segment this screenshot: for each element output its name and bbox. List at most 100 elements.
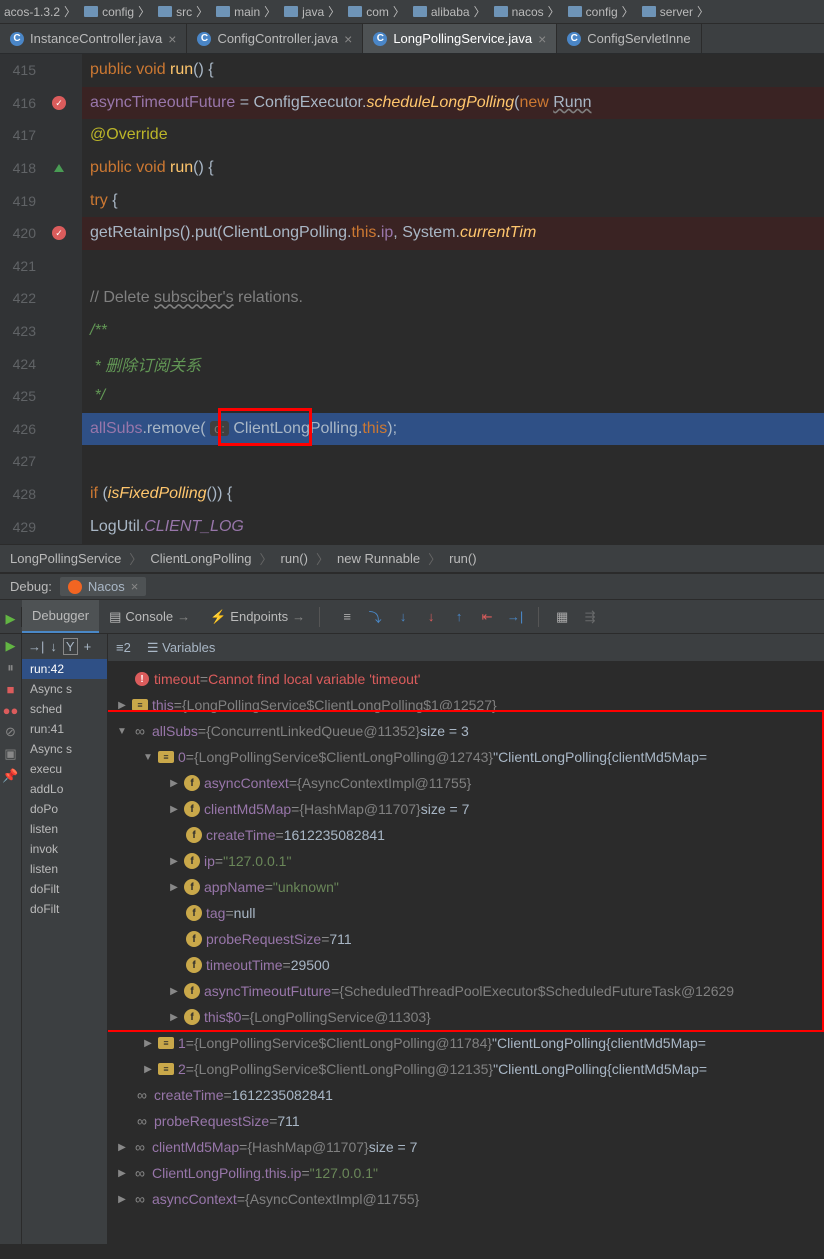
folder-icon [84, 6, 98, 17]
expand-icon[interactable]: ▶ [168, 856, 180, 867]
crumb[interactable]: nacos 〉 [490, 3, 564, 20]
collapse-icon[interactable]: ▼ [116, 726, 128, 737]
force-step-into-icon[interactable]: ↓ [422, 608, 440, 626]
close-icon[interactable]: × [538, 31, 546, 47]
expand-icon[interactable]: ▶ [116, 700, 128, 711]
crumb[interactable]: config 〉 [564, 3, 638, 20]
field-icon: f [184, 853, 200, 869]
crumb[interactable]: new Runnable [337, 551, 420, 566]
expand-icon[interactable]: ▶ [168, 986, 180, 997]
variables-panel: ≡2 ☰ Variables !timeout = Cannot find lo… [108, 634, 824, 1244]
show-execution-point-icon[interactable]: ≡ [338, 608, 356, 626]
expand-icon[interactable]: ▶ [116, 1142, 128, 1153]
run-to-cursor-icon[interactable]: →| [506, 608, 524, 626]
field-icon: f [184, 1009, 200, 1025]
code-area[interactable]: public void run() { asyncTimeoutFuture =… [82, 54, 824, 544]
expand-icon[interactable]: ▶ [168, 804, 180, 815]
tab-console[interactable]: ▤Console→ [99, 600, 200, 633]
resume-icon[interactable]: ▶ [6, 638, 16, 654]
debug-toolbar: ▶ Debugger ▤Console→ ⚡Endpoints→ ≡ ⤵ ↓ ↓… [0, 600, 824, 634]
line-number: 417 [0, 127, 40, 143]
pause-icon[interactable]: ⏸ [7, 660, 14, 676]
folder-icon [642, 6, 656, 17]
code-editor[interactable]: 415 416 417 418 419 420 421 422 423 424 … [0, 54, 824, 544]
tab-endpoints[interactable]: ⚡Endpoints→ [200, 600, 315, 633]
override-up-icon[interactable] [54, 164, 64, 172]
frame-item[interactable]: Async s [22, 679, 107, 699]
tab-instance-controller[interactable]: CInstanceController.java× [0, 24, 187, 53]
object-icon: ≡ [158, 1063, 174, 1075]
expand-icon[interactable]: ▶ [168, 1012, 180, 1023]
mute-bp-icon[interactable]: ⊘ [5, 724, 16, 740]
breakpoint-icon[interactable] [52, 226, 66, 240]
line-number: 418 [0, 160, 40, 176]
breadcrumb-bar: acos-1.3.2 〉 config 〉 src 〉 main 〉 java … [0, 0, 824, 24]
close-icon[interactable]: × [131, 579, 139, 594]
debug-config-tab[interactable]: Nacos × [60, 577, 146, 596]
add-icon[interactable]: + [84, 639, 92, 654]
crumb[interactable]: run() [281, 551, 308, 566]
crumb[interactable]: src 〉 [154, 3, 212, 20]
tab-config-servlet[interactable]: CConfigServletInne [557, 24, 701, 53]
collapse-icon[interactable]: ▼ [142, 752, 154, 763]
crumb[interactable]: config 〉 [80, 3, 154, 20]
frame-item[interactable]: addLo [22, 779, 107, 799]
trace-icon[interactable]: ⇶ [581, 608, 599, 626]
frame-item[interactable]: doFilt [22, 879, 107, 899]
close-icon[interactable]: × [168, 31, 176, 47]
frame-item[interactable]: doPo [22, 799, 107, 819]
frame-item[interactable]: listen [22, 859, 107, 879]
expand-icon[interactable]: ▶ [168, 778, 180, 789]
frame-item[interactable]: listen [22, 819, 107, 839]
expand-icon[interactable]: ▶ [142, 1038, 154, 1049]
close-icon[interactable]: × [344, 31, 352, 47]
tab-long-polling-service[interactable]: CLongPollingService.java× [363, 24, 557, 53]
crumb[interactable]: java 〉 [280, 3, 344, 20]
crumb[interactable]: server 〉 [638, 3, 713, 20]
frames-tab-icon[interactable]: ≡2 [116, 640, 131, 655]
layout-icon[interactable]: ▣ [4, 746, 16, 762]
stop-icon[interactable]: ■ [7, 682, 15, 697]
structure-breadcrumb: LongPollingService〉 ClientLongPolling〉 r… [0, 544, 824, 572]
frame-item[interactable]: run:42 [22, 659, 107, 679]
expand-icon[interactable]: ▶ [142, 1064, 154, 1075]
watch-icon [132, 723, 148, 739]
gutter[interactable]: 415 416 417 418 419 420 421 422 423 424 … [0, 54, 82, 544]
crumb[interactable]: acos-1.3.2 〉 [0, 3, 80, 20]
crumb[interactable]: LongPollingService [10, 551, 121, 566]
crumb[interactable]: alibaba 〉 [409, 3, 490, 20]
threads-icon[interactable]: →| [28, 639, 44, 654]
drop-frame-icon[interactable]: ⇤ [478, 608, 496, 626]
step-into-icon[interactable]: ↓ [394, 608, 412, 626]
field-icon: f [184, 775, 200, 791]
evaluate-icon[interactable]: ▦ [553, 608, 571, 626]
filter-icon[interactable]: Y [63, 638, 78, 655]
step-over-icon[interactable]: ⤵ [366, 608, 384, 626]
pin-icon[interactable]: 📌 [2, 768, 18, 784]
expand-icon[interactable]: ▶ [116, 1168, 128, 1179]
console-icon: ▤ [109, 609, 121, 625]
tab-debugger[interactable]: Debugger [22, 600, 99, 633]
watch-icon [134, 1087, 150, 1103]
variables-tree[interactable]: !timeout = Cannot find local variable 't… [108, 662, 824, 1216]
frames-dropdown-icon[interactable]: ↓ [50, 639, 57, 654]
frame-item[interactable]: doFilt [22, 899, 107, 919]
crumb[interactable]: main 〉 [212, 3, 280, 20]
crumb[interactable]: com 〉 [344, 3, 409, 20]
frame-item[interactable]: invok [22, 839, 107, 859]
crumb[interactable]: run() [449, 551, 476, 566]
breakpoints-icon[interactable]: ●● [3, 703, 19, 718]
step-out-icon[interactable]: ↑ [450, 608, 468, 626]
crumb[interactable]: ClientLongPolling [150, 551, 251, 566]
frame-item[interactable]: Async s [22, 739, 107, 759]
breakpoint-icon[interactable] [52, 96, 66, 110]
frame-item[interactable]: run:41 [22, 719, 107, 739]
expand-icon[interactable]: ▶ [168, 882, 180, 893]
expand-icon[interactable]: ▶ [116, 1194, 128, 1205]
field-icon: f [184, 879, 200, 895]
rerun-icon[interactable]: ▶ [6, 611, 16, 627]
frame-item[interactable]: execu [22, 759, 107, 779]
tab-config-controller[interactable]: CConfigController.java× [187, 24, 363, 53]
frame-item[interactable]: sched [22, 699, 107, 719]
line-number: 423 [0, 323, 40, 339]
